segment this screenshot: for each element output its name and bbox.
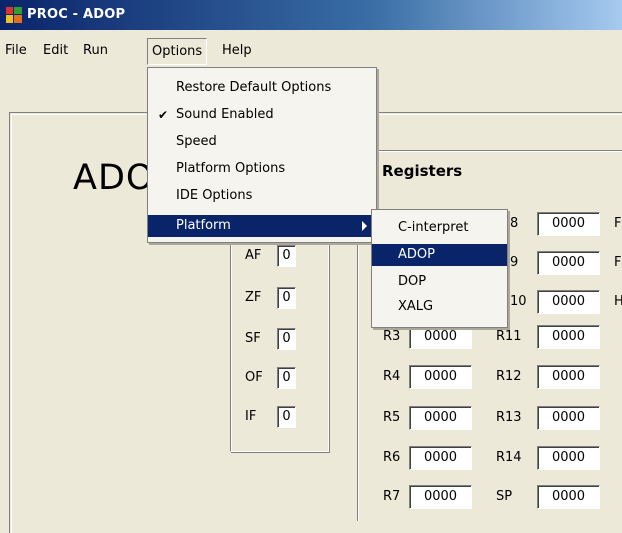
register-value-r13[interactable]: 0000 [537, 406, 600, 430]
register-label-r5: R5 [383, 410, 401, 425]
flag-label-zf: ZF [245, 290, 262, 305]
menu-help[interactable]: Help [222, 43, 252, 58]
register-value-r11[interactable]: 0000 [537, 325, 600, 349]
processor-name-label: ADO [73, 158, 155, 198]
platform-option-dop[interactable]: DOP [372, 271, 507, 293]
register-label-r12: R12 [496, 369, 522, 384]
register-value-r12[interactable]: 0000 [537, 365, 600, 389]
platform-option-c-interpret[interactable]: C-interpret [372, 217, 507, 239]
register-value-r14[interactable]: 0000 [537, 446, 600, 470]
edge-label-1: F [614, 216, 622, 231]
menu-item-platform[interactable]: Platform [148, 215, 376, 237]
flag-value-if[interactable]: 0 [277, 406, 296, 428]
flag-value-af[interactable]: 0 [277, 245, 296, 267]
menu-options[interactable]: Options [147, 38, 208, 65]
edge-label-3: H [614, 294, 622, 309]
register-value-sp[interactable]: 0000 [537, 485, 600, 509]
register-value-r7[interactable]: 0000 [409, 485, 472, 509]
register-label-r8: 8 [510, 216, 519, 231]
flag-label-if: IF [245, 409, 257, 424]
app-icon [6, 7, 22, 23]
checkmark-icon: ✔ [158, 108, 169, 122]
register-label-r4: R4 [383, 369, 401, 384]
menu-item-sound-enabled[interactable]: ✔ Sound Enabled [148, 104, 376, 126]
register-label-r11: R11 [496, 329, 522, 344]
menu-item-ide-options[interactable]: IDE Options [148, 185, 376, 207]
register-value-r9[interactable]: 0000 [537, 251, 600, 275]
register-label-r7: R7 [383, 489, 401, 504]
register-value-r3[interactable]: 0000 [409, 325, 472, 349]
registers-top-border [357, 150, 622, 151]
register-label-r10: 10 [510, 294, 527, 309]
menu-edit[interactable]: Edit [43, 43, 68, 58]
register-value-r4[interactable]: 0000 [409, 365, 472, 389]
menu-item-platform-options[interactable]: Platform Options [148, 158, 376, 180]
register-value-r5[interactable]: 0000 [409, 406, 472, 430]
register-label-r3: R3 [383, 329, 401, 344]
register-value-r10[interactable]: 0000 [537, 290, 600, 314]
window-title: PROC - ADOP [27, 7, 126, 22]
menu-bar: File Edit Run Options Help [0, 37, 622, 65]
platform-option-xalg[interactable]: XALG [372, 296, 507, 318]
flag-label-af: AF [245, 248, 262, 263]
options-menu: Restore Default Options ✔ Sound Enabled … [147, 67, 377, 243]
flag-label-of: OF [245, 370, 263, 385]
register-value-r8[interactable]: 0000 [537, 212, 600, 236]
submenu-arrow-icon [362, 221, 367, 231]
register-label-r9: 9 [510, 255, 519, 270]
title-bar: PROC - ADOP [0, 0, 622, 30]
menu-item-speed[interactable]: Speed [148, 131, 376, 153]
register-label-r13: R13 [496, 410, 522, 425]
register-label-r6: R6 [383, 450, 401, 465]
register-value-r6[interactable]: 0000 [409, 446, 472, 470]
edge-label-2: F [614, 255, 622, 270]
register-label-sp: SP [496, 489, 513, 504]
register-label-r14: R14 [496, 450, 522, 465]
menu-file[interactable]: File [5, 43, 27, 58]
flag-value-of[interactable]: 0 [277, 367, 296, 389]
flag-value-sf[interactable]: 0 [277, 328, 296, 350]
menu-run[interactable]: Run [83, 43, 108, 58]
registers-title: Registers [382, 162, 463, 180]
menu-item-restore-default-options[interactable]: Restore Default Options [148, 77, 376, 99]
platform-option-adop[interactable]: ADOP [372, 244, 507, 266]
flag-value-zf[interactable]: 0 [277, 287, 296, 309]
flag-label-sf: SF [245, 331, 261, 346]
platform-submenu: C-interpret ADOP DOP XALG [371, 209, 508, 328]
